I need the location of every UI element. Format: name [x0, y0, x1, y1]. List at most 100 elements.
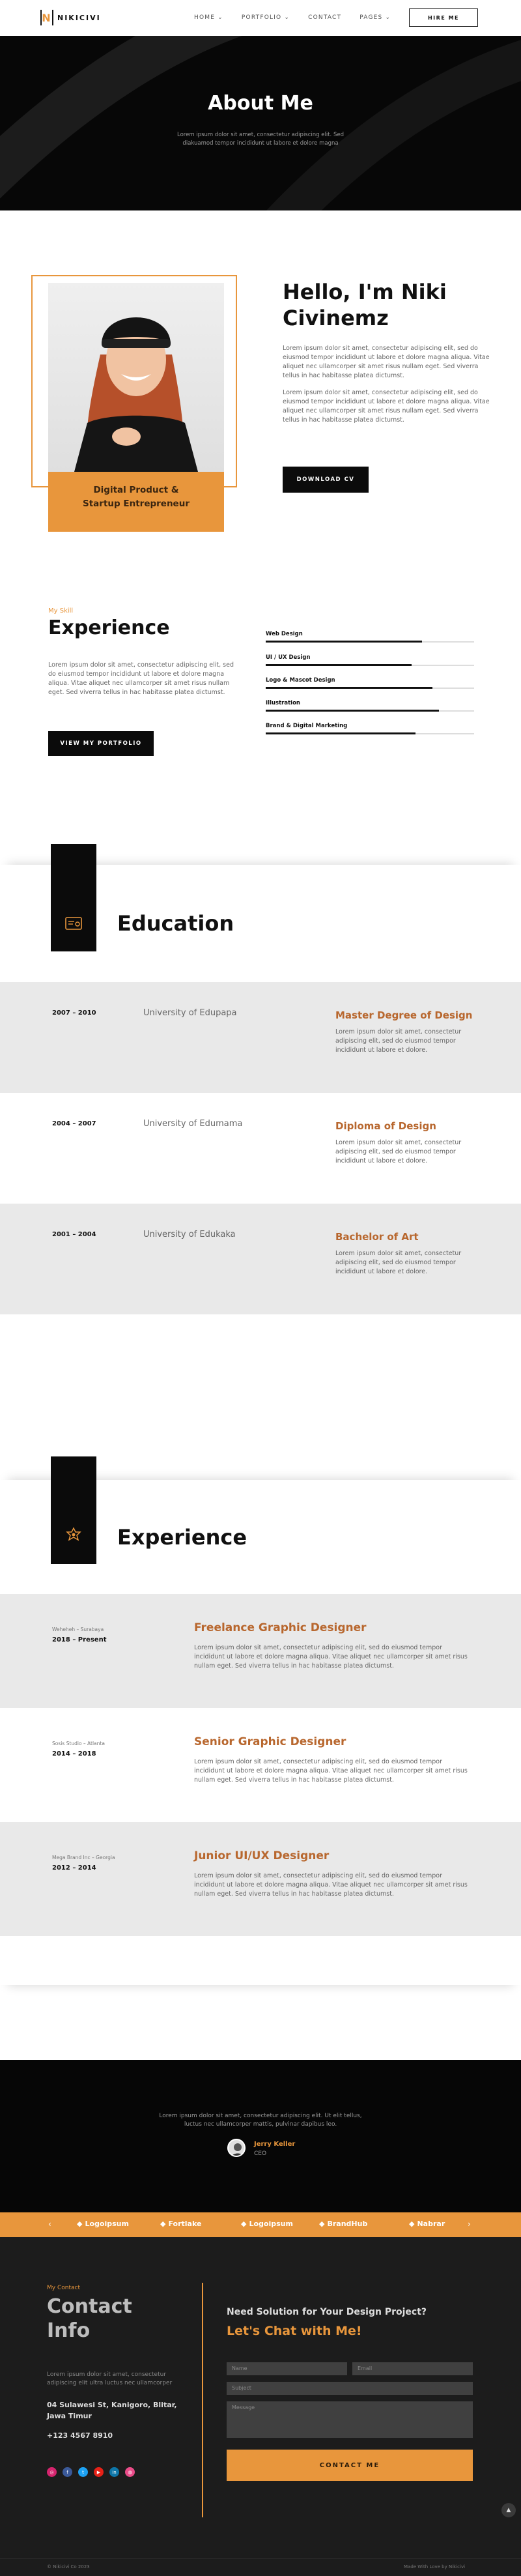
brand-logo-item: ◆ Fortlake [160, 2220, 202, 2228]
exp-place: Sosis Studio – Atlanta [52, 1741, 105, 1746]
social-icons: ◎ f t ▶ in ◍ [47, 2467, 135, 2477]
intro-paragraph-2: Lorem ipsum dolor sit amet, consectetur … [283, 389, 490, 424]
exp-place: Mega Brand Inc – Georgia [52, 1855, 115, 1860]
exp-place: Weheheh – Surabaya [52, 1627, 104, 1632]
skill-item: Brand & Digital Marketing [266, 723, 474, 734]
download-cv-button[interactable]: DOWNLOAD CV [283, 467, 369, 493]
brand-logo-item: ◆ Nabrar [409, 2220, 445, 2228]
chevron-left-icon[interactable]: ‹ [48, 2220, 51, 2229]
edu-degree: Diploma of Design [335, 1120, 436, 1132]
brand-logo[interactable]: N NIKICIVI [40, 10, 101, 25]
brand-strip: ‹ ◆ Logoipsum ◆ Fortlake ◆ Logoipsum ◆ BrandHub… [0, 2212, 521, 2237]
skill-label: Web Design [266, 631, 303, 637]
credit-text: Made With Love by Nikicivi [404, 2564, 466, 2569]
experience-title: Experience [117, 1525, 247, 1550]
scroll-top-button[interactable]: ▲ [501, 2503, 516, 2517]
brand-logo-item: ◆ BrandHub [319, 2220, 368, 2228]
skill-bar-fill [266, 687, 432, 689]
exp-role: Senior Graphic Designer [194, 1735, 346, 1748]
intro-heading: Hello, I'm Niki Civinemz [283, 280, 447, 330]
intro-paragraph-1: Lorem ipsum dolor sit amet, consectetur … [283, 345, 490, 379]
exp-text: Lorem ipsum dolor sit amet, consectetur … [194, 1644, 468, 1670]
hire-me-button[interactable]: HIRE ME [409, 8, 478, 27]
profile-photo [48, 283, 224, 472]
exp-text: Lorem ipsum dolor sit amet, consectetur … [194, 1758, 468, 1784]
edu-school: University of Edupapa [143, 1008, 237, 1018]
edu-degree: Master Degree of Design [335, 1009, 473, 1021]
contact-title: Contact Info [47, 2295, 132, 2342]
edu-text: Lorem ipsum dolor sit amet, consectetur … [335, 1028, 462, 1054]
edu-years: 2004 – 2007 [52, 1120, 96, 1127]
contact-me-button[interactable]: CONTACT ME [227, 2450, 473, 2481]
message-field[interactable]: Message [227, 2401, 473, 2438]
copyright-text: © Nikicivi Co 2023 [47, 2564, 90, 2569]
testimonial-quote: Lorem ipsum dolor sit amet, consectetur … [159, 2113, 362, 2128]
youtube-icon[interactable]: ▶ [94, 2467, 104, 2477]
skill-bar-track [266, 664, 474, 666]
view-portfolio-button[interactable]: VIEW MY PORTFOLIO [48, 731, 154, 756]
brand-logo-item: ◆ Logoipsum [241, 2220, 293, 2228]
nav-portfolio[interactable]: PORTFOLIO ⌄ [242, 14, 290, 21]
edu-text: Lorem ipsum dolor sit amet, consectetur … [335, 1250, 462, 1275]
skill-item: Logo & Mascot Design [266, 677, 474, 689]
name-field[interactable]: Name [227, 2362, 347, 2375]
skill-item: UI / UX Design [266, 654, 474, 666]
testimonial-avatar [227, 2139, 246, 2157]
contact-divider [202, 2283, 203, 2517]
exp-years: 2018 – Present [52, 1636, 107, 1643]
footer-divider [0, 2558, 521, 2559]
edu-school: University of Edukaka [143, 1230, 236, 1239]
experience-icon-block [51, 1456, 96, 1564]
hero-text: Lorem ipsum dolor sit amet, consectetur … [177, 132, 344, 147]
contact-address: 04 Sulawesi St, Kanigoro, Blitar, Jawa T… [47, 2401, 177, 2420]
brand-name: NIKICIVI [57, 13, 101, 22]
contact-phone: +123 4567 8910 [47, 2431, 113, 2440]
chevron-right-icon[interactable]: › [468, 2220, 471, 2229]
brand-mark-icon: ◆ [409, 2220, 415, 2228]
subject-field[interactable]: Subject [227, 2382, 473, 2395]
contact-chat: Let's Chat with Me! [227, 2324, 362, 2338]
skill-bar-fill [266, 664, 412, 666]
hero-swoosh-decoration [0, 36, 521, 210]
skill-bar-fill [266, 732, 416, 734]
exp-role: Freelance Graphic Designer [194, 1621, 367, 1634]
hero-banner: About Me Lorem ipsum dolor sit amet, con… [0, 36, 521, 210]
skill-bar-fill [266, 710, 439, 712]
exp-text: Lorem ipsum dolor sit amet, consectetur … [194, 1872, 468, 1898]
facebook-icon[interactable]: f [63, 2467, 72, 2477]
nav-pages[interactable]: PAGES ⌄ [359, 14, 391, 21]
education-title: Education [117, 911, 234, 936]
skills-kicker: My Skill [48, 607, 74, 615]
skill-bar-fill [266, 641, 422, 643]
brand-logo-item: ◆ Logoipsum [77, 2220, 129, 2228]
instagram-icon[interactable]: ◎ [47, 2467, 57, 2477]
skill-item: Illustration [266, 700, 474, 712]
page-title: About Me [208, 92, 313, 115]
twitter-icon[interactable]: t [78, 2467, 88, 2477]
edu-text: Lorem ipsum dolor sit amet, consectetur … [335, 1139, 462, 1165]
exp-role: Junior UI/UX Designer [194, 1849, 330, 1862]
nav-contact[interactable]: CONTACT [308, 14, 341, 21]
skills-text: Lorem ipsum dolor sit amet, consectetur … [48, 661, 234, 696]
exp-years: 2012 – 2014 [52, 1864, 96, 1872]
skill-label: UI / UX Design [266, 654, 311, 661]
skill-bar-track [266, 710, 474, 712]
main-nav: HOME ⌄ PORTFOLIO ⌄ CONTACT PAGES ⌄ [194, 14, 391, 21]
nav-home[interactable]: HOME ⌄ [194, 14, 223, 21]
edu-years: 2001 – 2004 [52, 1231, 96, 1238]
skill-bar-track [266, 687, 474, 689]
brand-mark-icon: ◆ [319, 2220, 325, 2228]
skill-label: Logo & Mascot Design [266, 677, 335, 684]
contact-kicker: My Contact [47, 2285, 80, 2291]
dribbble-icon[interactable]: ◍ [125, 2467, 135, 2477]
contact-section: My Contact Contact Info Lorem ipsum dolor… [0, 2237, 521, 2576]
logo-mark-icon: N [40, 10, 53, 25]
brand-mark-icon: ◆ [241, 2220, 247, 2228]
testimonial-name: Jerry Keller [254, 2141, 296, 2148]
education-icon-block [51, 844, 96, 951]
edu-degree: Bachelor of Art [335, 1231, 419, 1243]
linkedin-icon[interactable]: in [109, 2467, 119, 2477]
email-field[interactable]: Email [352, 2362, 473, 2375]
skill-bar-track [266, 732, 474, 734]
skill-label: Illustration [266, 700, 300, 706]
